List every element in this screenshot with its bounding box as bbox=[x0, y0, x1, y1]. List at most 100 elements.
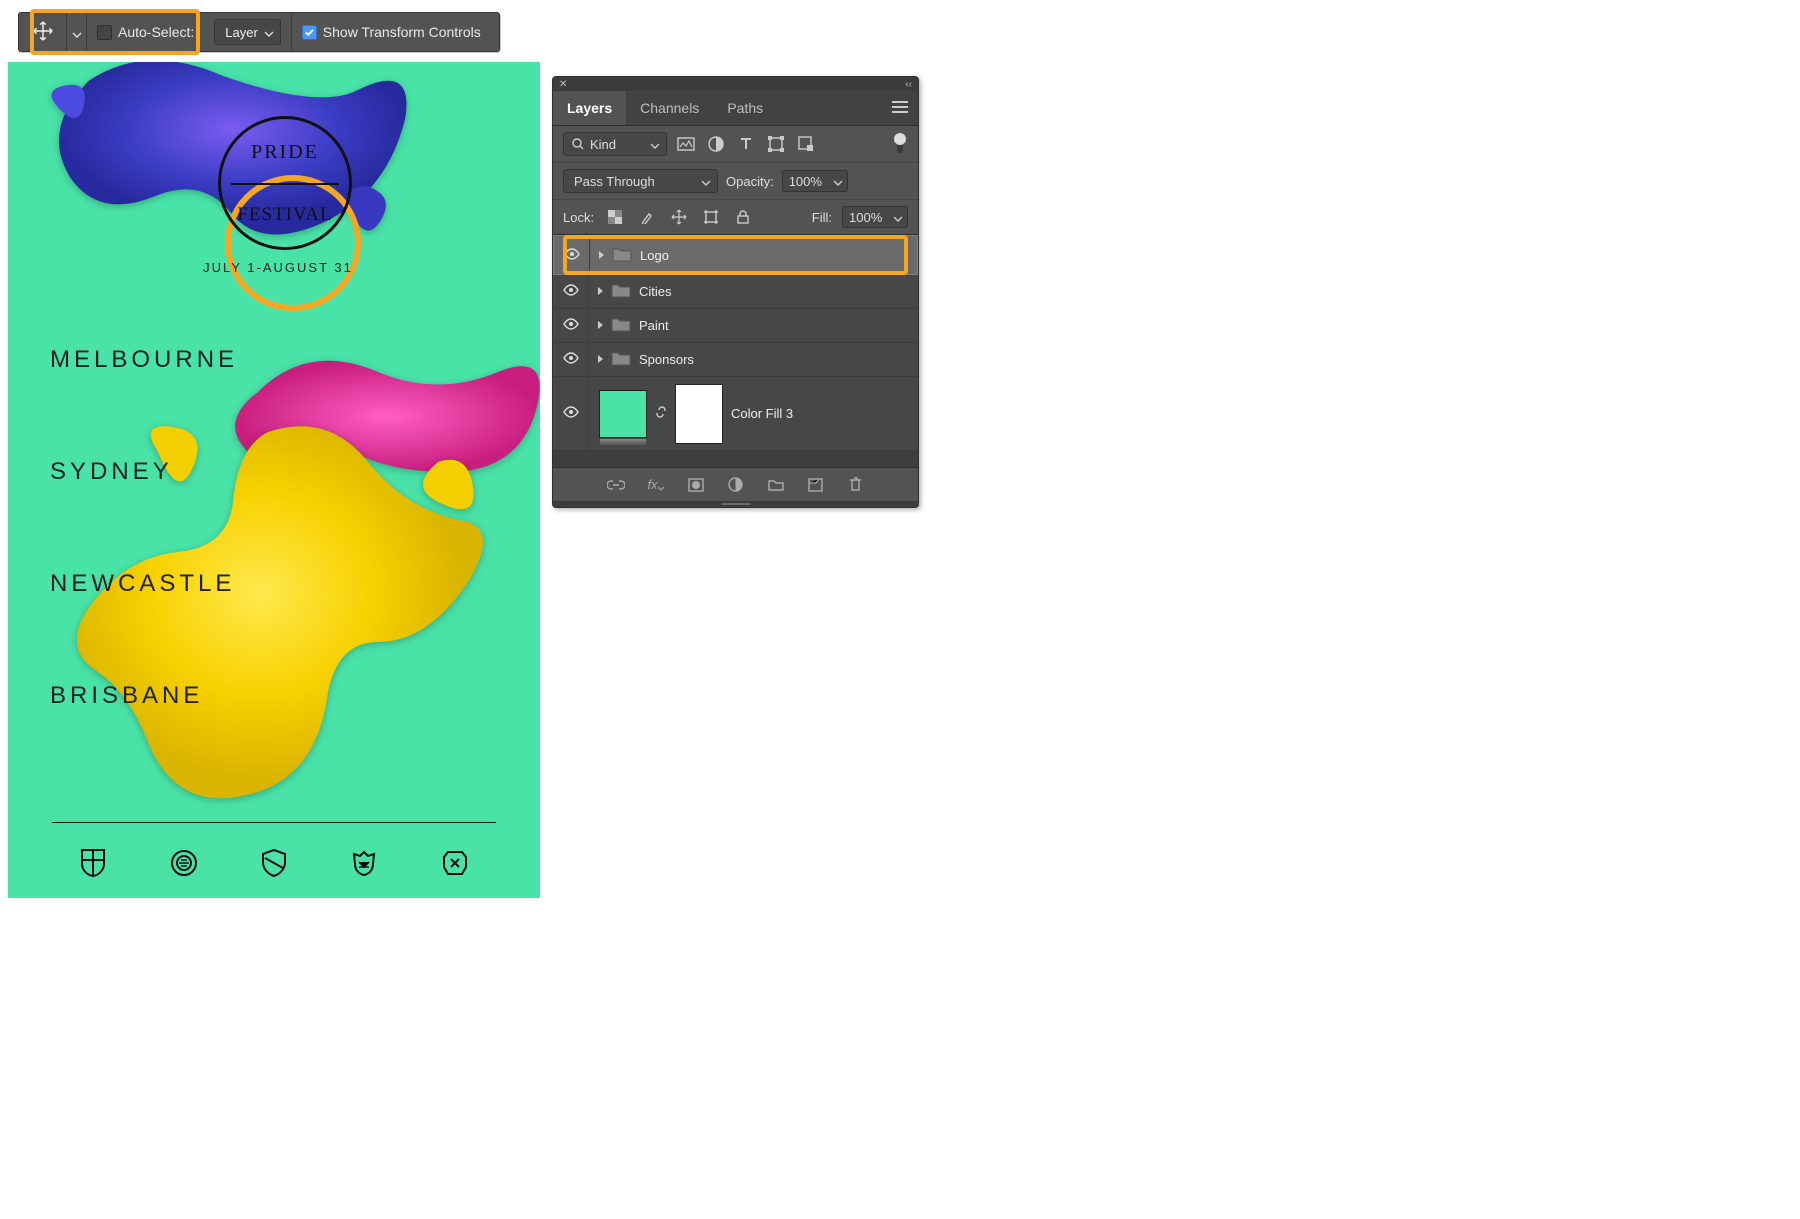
sponsor-shield-cross-icon bbox=[78, 848, 108, 878]
visibility-eye-icon[interactable] bbox=[563, 284, 579, 299]
layer-item-cities[interactable]: Cities bbox=[553, 275, 918, 309]
filter-smartobj-icon[interactable] bbox=[795, 133, 817, 155]
city-label: SYDNEY bbox=[50, 458, 173, 486]
sponsor-shield-stripe-icon bbox=[259, 848, 289, 878]
lock-all-icon[interactable] bbox=[732, 206, 754, 228]
panel-titlebar[interactable]: ✕ ‹‹ bbox=[553, 77, 918, 91]
layer-item-logo[interactable]: Logo bbox=[553, 235, 918, 275]
auto-select-target-value: Layer bbox=[225, 25, 258, 40]
filter-adjustment-icon[interactable] bbox=[705, 133, 727, 155]
lock-fill-row: Lock: Fill: 100% bbox=[553, 200, 918, 235]
lock-position-icon[interactable] bbox=[668, 206, 690, 228]
layer-mask-thumbnail[interactable] bbox=[675, 384, 723, 444]
filter-kind-select[interactable]: Kind bbox=[563, 132, 667, 156]
city-label: MELBOURNE bbox=[50, 346, 238, 374]
collapse-icon[interactable]: ‹‹ bbox=[905, 79, 912, 90]
layer-item-paint[interactable]: Paint bbox=[553, 309, 918, 343]
sponsor-crest-crown-icon bbox=[349, 848, 379, 878]
move-tool-button[interactable] bbox=[19, 13, 67, 51]
chevron-down-icon bbox=[264, 27, 274, 37]
filter-shape-icon[interactable] bbox=[765, 133, 787, 155]
opacity-input[interactable]: 100% bbox=[782, 170, 848, 192]
sponsor-coin-icon bbox=[169, 848, 199, 878]
filter-toggle[interactable] bbox=[892, 133, 908, 155]
tab-layers[interactable]: Layers bbox=[553, 91, 626, 125]
logo-text-bottom: FESTIVAL bbox=[237, 204, 332, 226]
disclosure-right-icon[interactable] bbox=[597, 318, 605, 333]
opacity-label: Opacity: bbox=[726, 174, 774, 189]
sponsor-badge-x-icon bbox=[440, 848, 470, 878]
fill-input[interactable]: 100% bbox=[842, 206, 908, 228]
opacity-value: 100% bbox=[789, 174, 822, 189]
lock-transparent-icon[interactable] bbox=[604, 206, 626, 228]
disclosure-right-icon[interactable] bbox=[597, 284, 605, 299]
tool-preset-dropdown[interactable] bbox=[67, 13, 87, 51]
new-group-button[interactable] bbox=[765, 474, 787, 496]
delete-layer-button[interactable] bbox=[845, 474, 867, 496]
layer-name: Color Fill 3 bbox=[731, 406, 793, 421]
lock-artboard-icon[interactable] bbox=[700, 206, 722, 228]
filter-row: Kind bbox=[553, 126, 918, 163]
link-icon[interactable] bbox=[655, 405, 667, 422]
layer-list: Logo Cities Paint Sponsors Colo bbox=[553, 235, 918, 467]
lock-pixels-icon[interactable] bbox=[636, 206, 658, 228]
blend-opacity-row: Pass Through Opacity: 100% bbox=[553, 163, 918, 200]
layers-panel: ✕ ‹‹ Layers Channels Paths Kind Pass Thr… bbox=[552, 76, 919, 508]
auto-select-checkbox[interactable] bbox=[97, 25, 112, 40]
hamburger-icon bbox=[892, 101, 908, 116]
filter-type-icon[interactable] bbox=[735, 133, 757, 155]
canvas-divider bbox=[52, 822, 496, 823]
layer-item-sponsors[interactable]: Sponsors bbox=[553, 343, 918, 377]
auto-select-target[interactable]: Layer bbox=[204, 13, 292, 51]
new-layer-button[interactable] bbox=[805, 474, 827, 496]
visibility-eye-icon[interactable] bbox=[563, 352, 579, 367]
lock-label: Lock: bbox=[563, 210, 594, 225]
add-mask-button[interactable] bbox=[685, 474, 707, 496]
folder-icon bbox=[605, 282, 631, 301]
close-icon[interactable]: ✕ bbox=[559, 79, 567, 90]
folder-icon bbox=[605, 316, 631, 335]
add-adjustment-button[interactable] bbox=[725, 474, 747, 496]
fill-value: 100% bbox=[849, 210, 882, 225]
search-icon bbox=[572, 138, 584, 150]
show-transform-checkbox[interactable] bbox=[302, 25, 317, 40]
logo-circle: PRIDE FESTIVAL bbox=[218, 116, 352, 250]
blend-mode-value: Pass Through bbox=[574, 174, 655, 189]
fx-button[interactable]: fx bbox=[645, 474, 667, 496]
chevron-down-icon bbox=[701, 176, 711, 186]
panel-menu-button[interactable] bbox=[882, 101, 918, 116]
layer-name: Cities bbox=[639, 284, 672, 299]
visibility-eye-icon[interactable] bbox=[563, 318, 579, 333]
move-icon bbox=[32, 20, 54, 45]
filter-pixel-icon[interactable] bbox=[675, 133, 697, 155]
chevron-down-icon bbox=[72, 27, 82, 37]
auto-select-label: Auto-Select: bbox=[118, 24, 194, 40]
tab-channels[interactable]: Channels bbox=[626, 91, 713, 125]
panel-tabs: Layers Channels Paths bbox=[553, 91, 918, 126]
sponsor-row bbox=[8, 848, 540, 878]
panel-resize-grip[interactable] bbox=[553, 501, 918, 507]
visibility-eye-icon[interactable] bbox=[564, 248, 580, 263]
fill-label: Fill: bbox=[812, 210, 832, 225]
folder-icon bbox=[606, 246, 632, 265]
show-transform-group: Show Transform Controls bbox=[292, 13, 491, 51]
disclosure-right-icon[interactable] bbox=[598, 248, 606, 263]
chevron-down-icon bbox=[650, 139, 660, 149]
panel-footer: fx bbox=[553, 467, 918, 501]
layer-item-colorfill[interactable]: Color Fill 3 bbox=[553, 377, 918, 451]
tab-paths[interactable]: Paths bbox=[713, 91, 777, 125]
dates-text: JULY 1-AUGUST 31 bbox=[8, 260, 540, 275]
city-label: BRISBANE bbox=[50, 682, 203, 710]
logo-divider-line bbox=[231, 183, 339, 185]
folder-icon bbox=[605, 350, 631, 369]
show-transform-label: Show Transform Controls bbox=[323, 24, 481, 40]
document-canvas[interactable]: PRIDE FESTIVAL JULY 1-AUGUST 31 MELBOURN… bbox=[8, 62, 540, 898]
paint-splash-yellow bbox=[68, 392, 498, 822]
blend-mode-select[interactable]: Pass Through bbox=[563, 169, 718, 193]
visibility-eye-icon[interactable] bbox=[563, 406, 579, 421]
link-layers-button[interactable] bbox=[605, 474, 627, 496]
fill-color-thumbnail[interactable] bbox=[599, 390, 647, 438]
disclosure-right-icon[interactable] bbox=[597, 352, 605, 367]
logo-text-top: PRIDE bbox=[251, 141, 319, 164]
city-label: NEWCASTLE bbox=[50, 570, 235, 598]
